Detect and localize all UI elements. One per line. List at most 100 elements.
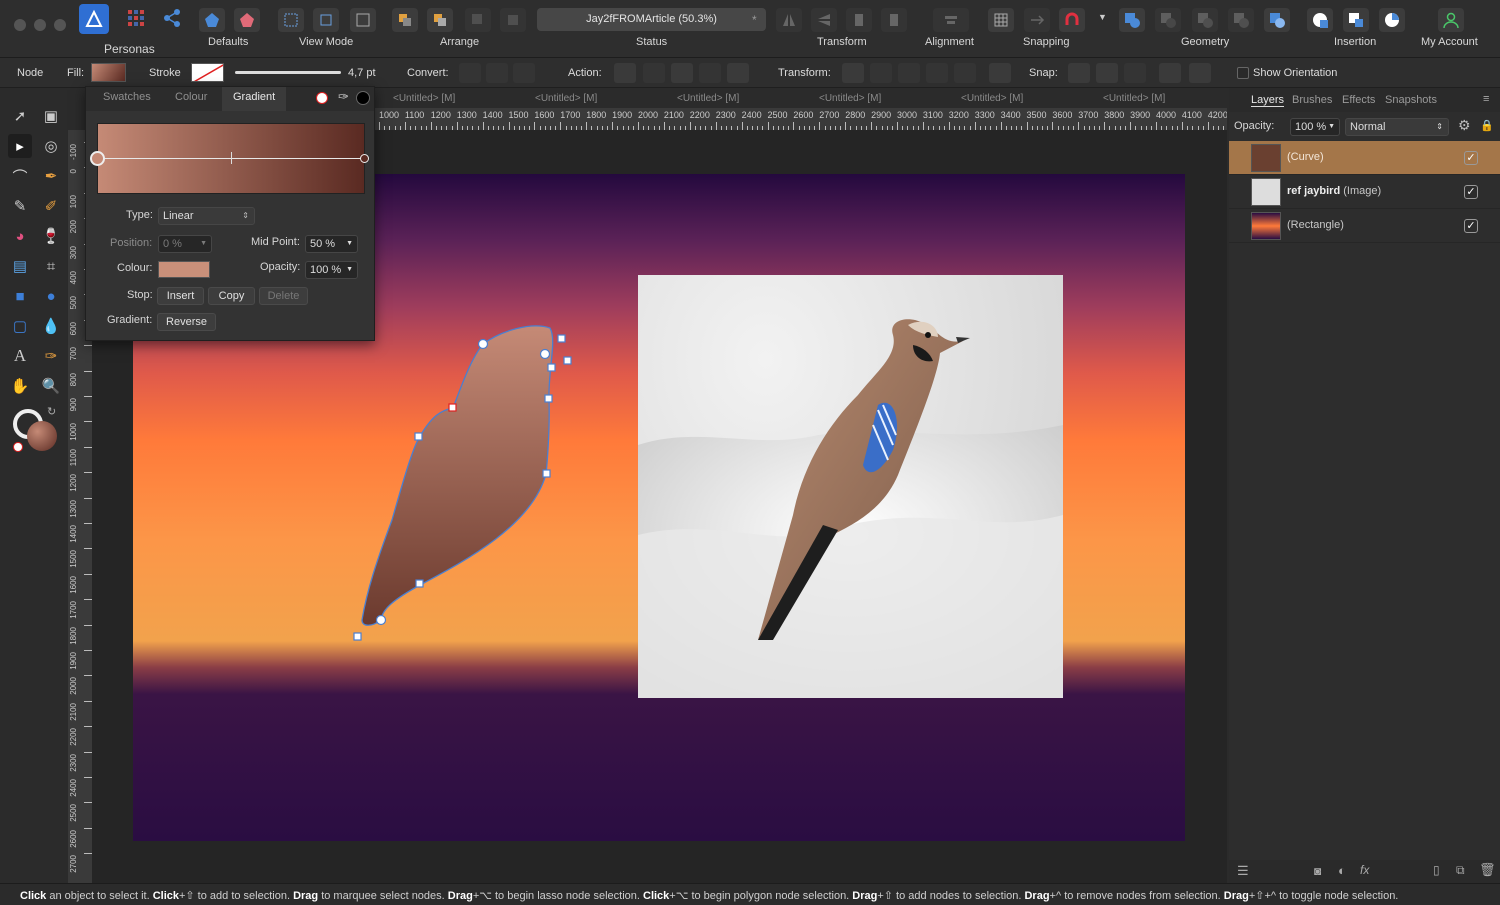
document-tab[interactable]: <Untitled> [M] <box>677 93 739 104</box>
close-window-button[interactable] <box>14 19 26 31</box>
layer-visibility-checkbox[interactable]: ✓ <box>1464 151 1478 165</box>
arrange-front-button[interactable] <box>500 8 526 32</box>
adjustment-icon[interactable]: ◐ <box>1338 863 1346 878</box>
transform-rotate-mode-button[interactable] <box>989 63 1011 83</box>
arrange-backward-button[interactable] <box>427 8 453 32</box>
arrange-forward-button[interactable] <box>465 8 491 32</box>
document-tab[interactable]: <Untitled> [M] <box>1103 93 1165 104</box>
reverse-gradient-button[interactable]: Reverse <box>157 313 216 331</box>
gradient-stop-end[interactable] <box>360 154 369 163</box>
view-mode-1-button[interactable] <box>278 8 304 32</box>
layer-visibility-checkbox[interactable]: ✓ <box>1464 219 1478 233</box>
layer-opacity-field[interactable]: 100 % ▼ <box>1290 118 1340 136</box>
snapping-arrow-icon[interactable] <box>1024 8 1050 32</box>
tab-brushes[interactable]: Brushes <box>1292 94 1332 106</box>
show-orientation-checkbox[interactable] <box>1237 67 1249 79</box>
gradient-stop-start[interactable] <box>90 151 105 166</box>
place-image-tool-icon[interactable]: ▤ <box>8 254 32 278</box>
transform-mode-button[interactable] <box>842 63 864 83</box>
midpoint-marker[interactable] <box>231 152 232 164</box>
layer-row[interactable]: (Rectangle) ✓ <box>1229 209 1500 243</box>
midpoint-field[interactable]: 50 % ▼ <box>305 235 358 253</box>
tab-snapshots[interactable]: Snapshots <box>1385 94 1437 106</box>
layer-row[interactable]: (Curve) ✓ <box>1229 141 1500 175</box>
alignment-button[interactable] <box>933 8 969 32</box>
add-layer-icon[interactable]: ▯ <box>1433 863 1440 877</box>
document-tab[interactable]: <Untitled> [M] <box>961 93 1023 104</box>
tab-effects[interactable]: Effects <box>1342 94 1375 106</box>
shape-tool-icon[interactable]: 💧 <box>39 314 63 338</box>
tab-colour[interactable]: Colour <box>175 91 207 103</box>
fx-icon[interactable]: fx <box>1360 863 1369 877</box>
blend-mode-select[interactable]: Normal ⇕ <box>1345 118 1449 136</box>
contour-tool-icon[interactable]: ◎ <box>39 134 63 158</box>
stroke-swatch[interactable] <box>191 63 224 82</box>
my-account-icon[interactable] <box>1438 8 1464 32</box>
convert-smooth-button[interactable] <box>486 63 508 83</box>
zoom-window-button[interactable] <box>54 19 66 31</box>
gradient-preview[interactable] <box>90 123 369 194</box>
swap-colors-icon[interactable]: ↻ <box>47 405 56 418</box>
insertion-top-icon[interactable] <box>1343 8 1369 32</box>
transform-rotate-button[interactable] <box>870 63 892 83</box>
position-field[interactable]: 0 % ▼ <box>158 235 212 253</box>
flip-horizontal-icon[interactable] <box>776 8 802 32</box>
rotate-right-icon[interactable] <box>881 8 907 32</box>
crop-tool-icon[interactable]: ⌗ <box>39 254 63 278</box>
tab-gradient[interactable]: Gradient <box>222 87 287 111</box>
layer-row[interactable]: ref jaybird (Image) ✓ <box>1229 175 1500 209</box>
stop-opacity-field[interactable]: 100 % ▼ <box>305 261 358 279</box>
text-tool-icon[interactable]: A <box>8 344 32 368</box>
action-reverse-curve-button[interactable] <box>727 63 749 83</box>
snapping-grid-icon[interactable] <box>988 8 1014 32</box>
transparency-tool-icon[interactable]: 🍷 <box>39 224 63 248</box>
insertion-inside-icon[interactable] <box>1379 8 1405 32</box>
stroke-width-value[interactable]: 4,7 pt <box>348 67 376 79</box>
group-icon[interactable]: ⧉ <box>1456 863 1465 878</box>
stroke-width-slider[interactable] <box>235 71 341 74</box>
mask-layer-icon[interactable]: ◙ <box>1314 864 1321 878</box>
copy-stop-button[interactable]: Copy <box>208 287 255 305</box>
geometry-divide-icon[interactable] <box>1264 8 1290 32</box>
snapping-magnet-icon[interactable] <box>1059 8 1085 32</box>
lock-icon[interactable]: 🔒 <box>1480 119 1494 132</box>
convert-sharp-button[interactable] <box>459 63 481 83</box>
snapping-dropdown-icon[interactable]: ▼ <box>1098 12 1107 22</box>
arrange-back-button[interactable] <box>392 8 418 32</box>
stop-colour-swatch[interactable] <box>158 261 210 278</box>
delete-layer-icon[interactable]: 🗑 <box>1479 862 1496 878</box>
document-tab[interactable]: <Untitled> [M] <box>393 93 455 104</box>
no-color-icon[interactable] <box>13 442 23 452</box>
picked-color-swatch[interactable] <box>356 91 370 105</box>
rounded-rectangle-tool-icon[interactable]: ▢ <box>8 314 32 338</box>
geometry-add-icon[interactable] <box>1119 8 1145 32</box>
snap-curves-button[interactable] <box>1096 63 1118 83</box>
hand-tool-icon[interactable]: ✋ <box>8 374 32 398</box>
fill-swatch[interactable] <box>91 63 126 82</box>
zoom-tool-icon[interactable]: 🔍 <box>39 374 63 398</box>
action-close-curve-button[interactable] <box>643 63 665 83</box>
action-break-curve-button[interactable] <box>614 63 636 83</box>
fill-color-well[interactable] <box>27 421 57 451</box>
artboard-tool-icon[interactable]: ▣ <box>39 104 63 128</box>
tab-swatches[interactable]: Swatches <box>103 91 151 103</box>
convert-smart-button[interactable] <box>513 63 535 83</box>
node-tool-icon[interactable]: ▸ <box>8 134 32 158</box>
defaults-revert-button[interactable] <box>234 8 260 32</box>
export-persona-icon[interactable] <box>158 4 186 32</box>
transform-flip-button[interactable] <box>926 63 948 83</box>
defaults-synchronise-button[interactable] <box>199 8 225 32</box>
geometry-intersect-icon[interactable] <box>1192 8 1218 32</box>
move-tool-icon[interactable]: ➚ <box>8 104 32 128</box>
layer-visibility-checkbox[interactable]: ✓ <box>1464 185 1478 199</box>
delete-stop-button[interactable]: Delete <box>259 287 308 305</box>
snap-angles-button[interactable] <box>1189 63 1211 83</box>
snap-handles-button[interactable] <box>1159 63 1181 83</box>
panel-menu-icon[interactable]: ≡ <box>1483 93 1489 105</box>
layer-settings-gear-icon[interactable]: ⚙ <box>1458 117 1471 134</box>
rotate-left-icon[interactable] <box>846 8 872 32</box>
type-select[interactable]: Linear ⇕ <box>158 207 255 225</box>
tab-layers[interactable]: Layers <box>1251 94 1285 107</box>
no-fill-icon[interactable] <box>316 92 328 104</box>
action-smooth-curve-button[interactable] <box>671 63 693 83</box>
